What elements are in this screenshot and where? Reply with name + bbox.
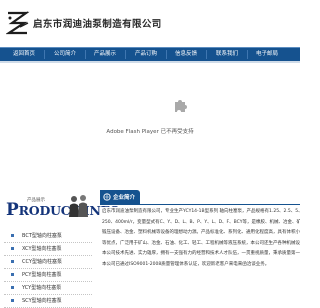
nav-item-home[interactable]: 返回首页 bbox=[7, 48, 41, 61]
nav-divider bbox=[125, 50, 126, 59]
about-line: 启东市润迪油泵制造有限公司，专业生产YCY14-1B型系列 轴向柱塞泵，产品规格… bbox=[102, 209, 300, 214]
list-item[interactable]: XCY型轴向柱塞泵 bbox=[4, 243, 92, 256]
page-header: 启东市润迪油泵制造有限公司 bbox=[0, 0, 300, 44]
nav-divider bbox=[166, 50, 167, 59]
list-item[interactable]: BCT型轴向柱塞泵 bbox=[4, 230, 92, 243]
list-item[interactable]: PCY型轴向柱塞泵 bbox=[4, 269, 92, 282]
list-item[interactable]: CCY型轴向柱塞泵 bbox=[4, 256, 92, 269]
about-line: 等优点，广泛用于矿山、冶金、石油、化工、轻工、工程机械等液压系统，本公司还生产各… bbox=[102, 240, 300, 246]
company-logo bbox=[6, 10, 30, 36]
bullet-icon bbox=[11, 273, 14, 276]
bullet-icon bbox=[11, 234, 14, 237]
list-item[interactable]: SCY型轴向柱塞泵 bbox=[4, 295, 92, 308]
nav-item-email[interactable]: 电子邮局 bbox=[250, 48, 284, 61]
nav-divider bbox=[206, 50, 207, 59]
bullet-icon bbox=[11, 247, 14, 250]
list-item[interactable]: YCY型轴向柱塞泵 bbox=[4, 282, 92, 295]
nav-item-about[interactable]: 公司简介 bbox=[48, 48, 82, 61]
bullet-icon bbox=[11, 260, 14, 263]
about-title-badge: 企业简介 bbox=[100, 190, 140, 204]
product-sidebar: 产品展示 PRODUCT INFO BCT型轴向柱塞泵 XCY型轴向柱塞泵 CC… bbox=[4, 190, 120, 308]
about-section-header: 企业简介 bbox=[100, 190, 300, 205]
nav-divider bbox=[85, 50, 86, 59]
nav-item-order[interactable]: 产品订购 bbox=[129, 48, 163, 61]
flash-unsupported-message: Adobe Flash Player 已不再受支持 bbox=[106, 129, 194, 135]
about-line: 锻压设备、冶金、塑料机械等设备的理想动力源。产品标准化、系列化、通用化程度高，具… bbox=[102, 230, 300, 235]
about-line: 本公司已通过ISO9001-2008质量管理体系认证，欢迎新老客户来电来函洽谈业… bbox=[102, 261, 270, 267]
nav-divider bbox=[247, 50, 248, 59]
business-people-icon bbox=[69, 195, 88, 217]
bullet-icon bbox=[11, 286, 14, 289]
about-body: 启东市润迪油泵制造有限公司，专业生产YCY14-1B型系列 轴向柱塞泵，产品规格… bbox=[100, 207, 300, 300]
nav-item-products[interactable]: 产品展示 bbox=[88, 48, 122, 61]
product-info-banner: 产品展示 PRODUCT INFO bbox=[4, 190, 120, 228]
nav-item-contact[interactable]: 联系我们 bbox=[210, 48, 244, 61]
puzzle-piece-icon bbox=[175, 100, 187, 112]
globe-icon bbox=[103, 193, 111, 201]
about-line: 本公司技术先进、实力雄厚，拥有一支强有力的经营和技术人才队伍，一贯重视质量，秉承… bbox=[102, 251, 300, 256]
product-list: BCT型轴向柱塞泵 XCY型轴向柱塞泵 CCY型轴向柱塞泵 PCY型轴向柱塞泵 … bbox=[4, 230, 92, 308]
about-title: 企业简介 bbox=[113, 195, 136, 201]
company-name: 启东市润迪油泵制造有限公司 bbox=[33, 19, 162, 30]
nav-item-feedback[interactable]: 信息反馈 bbox=[169, 48, 203, 61]
about-line: 250、400ml/r，变量型式有C、Y、D、L、B、P、Y、L、D、F、BCY… bbox=[102, 219, 300, 225]
nav-subbar bbox=[0, 61, 300, 63]
main-nav: 返回首页 公司简介 产品展示 产品订购 信息反馈 联系我们 电子邮局 bbox=[0, 47, 300, 61]
bullet-icon bbox=[11, 299, 14, 302]
nav-divider bbox=[44, 50, 45, 59]
flash-banner-area bbox=[0, 64, 300, 152]
